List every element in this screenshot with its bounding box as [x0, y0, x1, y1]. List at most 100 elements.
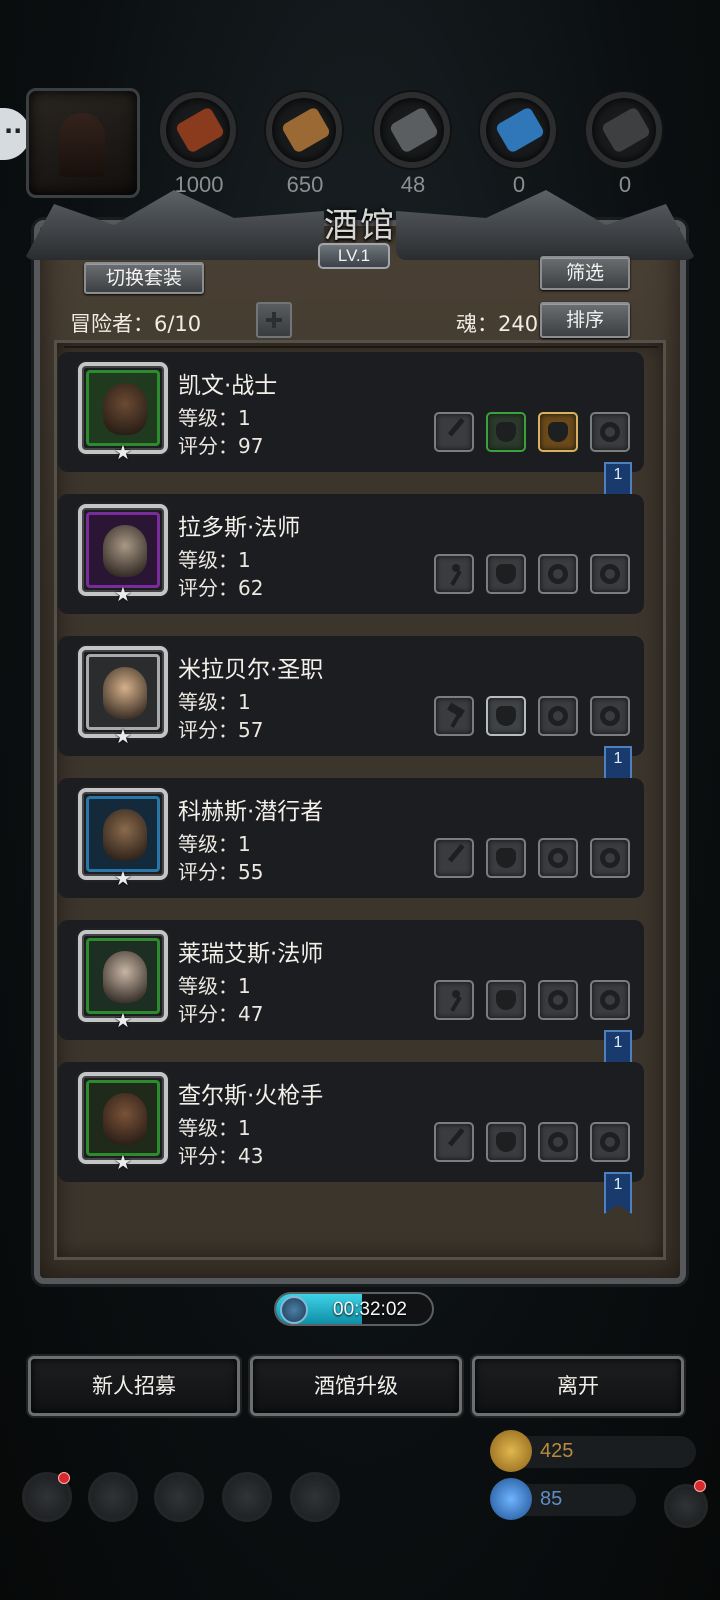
tavern-level-badge: LV.1 — [318, 243, 390, 269]
gem-value: 85 — [540, 1488, 563, 1510]
steel-icon — [586, 92, 662, 168]
portrait-frame — [86, 512, 160, 588]
armor-icon — [496, 990, 516, 1010]
portrait-frame — [86, 796, 160, 872]
inventory-icon[interactable] — [290, 1472, 340, 1522]
equipment-slot-blade[interactable] — [434, 838, 477, 878]
star-icon: ★ — [114, 866, 132, 890]
equipment-slot-ring[interactable] — [590, 980, 630, 1020]
equipment-slot-staff[interactable] — [434, 554, 474, 594]
equipment-slot-armor[interactable] — [486, 1122, 526, 1162]
portrait-frame — [86, 1080, 160, 1156]
equipment-slot-ring[interactable] — [538, 838, 578, 878]
equipment-slot-ring[interactable] — [538, 1122, 578, 1162]
hero-name: 查尔斯·火枪手 — [178, 1083, 324, 1109]
hero-portrait[interactable]: ★ — [78, 362, 168, 464]
star-icon: ★ — [114, 724, 132, 748]
notification-dot — [58, 1472, 70, 1484]
hero-portrait[interactable]: ★ — [78, 646, 168, 748]
gem-icon — [490, 1478, 532, 1520]
portrait-frame — [86, 654, 160, 730]
hero-card[interactable]: ★ 查尔斯·火枪手 等级：1 评分：43 — [58, 1062, 644, 1182]
equipment-slot-ring[interactable] — [538, 554, 578, 594]
hero-name: 米拉贝尔·圣职 — [178, 657, 324, 683]
sort-button[interactable]: 排序 — [540, 302, 630, 338]
blade-icon — [447, 843, 477, 873]
hero-level: 等级：1 — [178, 406, 251, 430]
equipment-slot-hammer[interactable] — [434, 696, 474, 736]
soul-count: 魂：240 — [456, 312, 539, 336]
blade-icon — [447, 417, 477, 447]
hammer-icon — [444, 706, 464, 726]
equipment-slot-ring[interactable] — [538, 980, 578, 1020]
hero-card[interactable]: ★ 莱瑞艾斯·法师 等级：1 评分：47 — [58, 920, 644, 1040]
mail-icon[interactable] — [222, 1472, 272, 1522]
equipment-slot-armor[interactable] — [486, 554, 526, 594]
ring-icon — [548, 848, 568, 868]
hero-face — [103, 951, 147, 1003]
equipment-slot-blade[interactable] — [434, 1122, 477, 1162]
crystal-icon — [480, 92, 556, 168]
hero-card[interactable]: ★ 拉多斯·法师 等级：1 评分：62 — [58, 494, 644, 614]
hero-level: 等级：1 — [178, 690, 251, 714]
ring-icon — [548, 990, 568, 1010]
gold-icon — [490, 1430, 532, 1472]
equipment-slot-armor[interactable] — [486, 838, 526, 878]
hero-score: 评分：55 — [178, 860, 264, 884]
ring-icon — [600, 848, 620, 868]
hero-card[interactable]: ★ 凯文·战士 等级：1 评分：97 — [58, 352, 644, 472]
hero-name: 科赫斯·潜行者 — [178, 799, 324, 825]
hero-portrait[interactable]: ★ — [78, 504, 168, 606]
ring-icon — [548, 706, 568, 726]
equipment-slot-armor-steel[interactable] — [486, 696, 526, 736]
staff-icon — [444, 564, 464, 584]
recruit-timer: 00:32:02 — [274, 1292, 434, 1326]
hero-face — [103, 667, 147, 719]
gold-currency: 425 — [490, 1430, 696, 1472]
armor-steel-icon — [496, 706, 516, 726]
armor-green-icon — [496, 422, 516, 442]
guild-icon[interactable] — [154, 1472, 204, 1522]
equipment-slot-ring[interactable] — [590, 554, 630, 594]
wood-icon — [266, 92, 342, 168]
portrait-frame — [86, 938, 160, 1014]
achievement-icon[interactable] — [88, 1472, 138, 1522]
add-adventurer-button[interactable] — [256, 302, 292, 338]
equipment-slot-chest-gold[interactable] — [538, 412, 578, 452]
hero-name: 莱瑞艾斯·法师 — [178, 941, 324, 967]
equipment-slot-ring[interactable] — [590, 412, 630, 452]
upgrade-tavern-button[interactable]: 酒馆升级 — [250, 1356, 462, 1416]
switch-set-button[interactable]: 切换套装 — [84, 262, 204, 294]
star-icon: ★ — [114, 1008, 132, 1032]
hero-face — [103, 525, 147, 577]
hero-score: 评分：47 — [178, 1002, 264, 1026]
equipment-slot-ring[interactable] — [590, 696, 630, 736]
chest-gold-icon — [548, 422, 568, 442]
hero-score: 评分：62 — [178, 576, 264, 600]
equipment-slot-ring[interactable] — [538, 696, 578, 736]
ring-icon — [600, 706, 620, 726]
hero-score: 评分：57 — [178, 718, 264, 742]
ring-icon — [548, 564, 568, 584]
hero-card[interactable]: ★ 科赫斯·潜行者 等级：1 评分：55 — [58, 778, 644, 898]
equipment-slot-ring[interactable] — [590, 1122, 630, 1162]
iron-icon — [374, 92, 450, 168]
equipment-slot-blade[interactable] — [434, 412, 477, 452]
hero-portrait[interactable]: ★ — [78, 1072, 168, 1174]
gold-value: 425 — [540, 1440, 574, 1462]
filter-button[interactable]: 筛选 — [540, 256, 630, 290]
hero-portrait[interactable]: ★ — [78, 930, 168, 1032]
equipment-slot-staff[interactable] — [434, 980, 474, 1020]
recruit-button[interactable]: 新人招募 — [28, 1356, 240, 1416]
equipment-slot-armor[interactable] — [486, 980, 526, 1020]
ring-icon — [600, 422, 620, 442]
game-screen: 10006504800 酒馆 LV.1 切换套装 筛选 排序 冒险者：6/10 … — [0, 0, 720, 1600]
equipment-slot-ring[interactable] — [590, 838, 630, 878]
leave-button[interactable]: 离开 — [472, 1356, 684, 1416]
hero-portrait[interactable]: ★ — [78, 788, 168, 890]
portrait-frame — [86, 370, 160, 446]
equipment-slot-armor-green[interactable] — [486, 412, 526, 452]
hero-card[interactable]: ★ 米拉贝尔·圣职 等级：1 评分：57 — [58, 636, 644, 756]
hero-name: 凯文·战士 — [178, 373, 278, 399]
hero-level: 等级：1 — [178, 974, 251, 998]
